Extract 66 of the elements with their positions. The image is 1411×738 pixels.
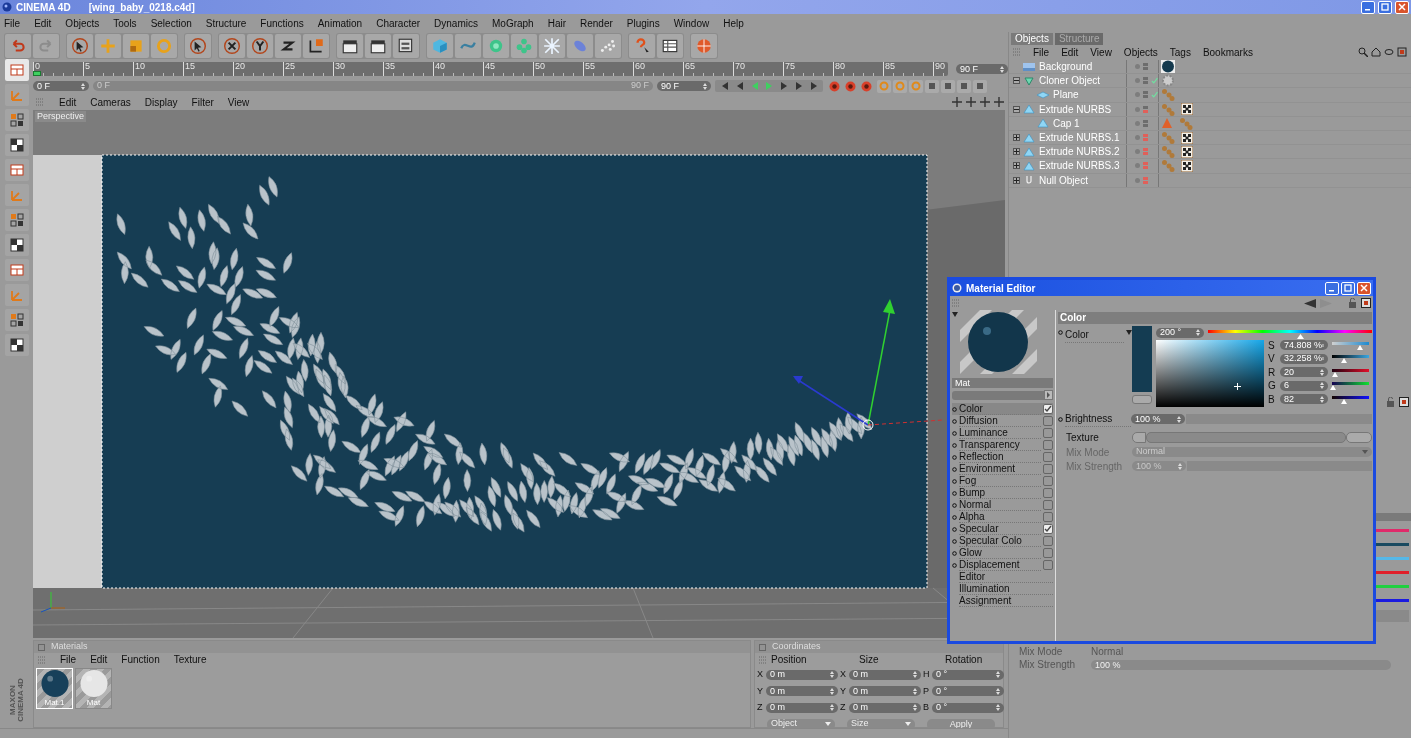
channel-label: Environment: [959, 463, 1041, 475]
frame-number: 15: [184, 62, 196, 71]
field-label: Mix Mode: [1019, 646, 1064, 657]
axis-label: X: [840, 668, 847, 681]
frame-number: 20: [234, 62, 246, 71]
frame-number: 50: [534, 62, 546, 71]
frame-number: 30: [334, 62, 346, 71]
frame-number: 25: [284, 62, 296, 71]
field-label: Mix Strength: [1019, 660, 1077, 670]
logo-text: MAXON: [8, 685, 17, 715]
frame-number: 35: [384, 62, 396, 71]
material-name: Mat.1: [44, 698, 65, 708]
axis-label: Z: [757, 701, 764, 714]
axis-label: P: [923, 684, 930, 698]
channel-label: Glow: [959, 547, 1041, 559]
field-label: Color: [1065, 327, 1124, 343]
channel-label: Diffusion: [959, 415, 1041, 427]
channel-label: Color: [959, 403, 1041, 415]
channel-label: Specular: [959, 523, 1041, 535]
axis-label: Z: [840, 701, 847, 714]
channel-label: Specular Colo: [959, 535, 1041, 547]
channel-label: Reflection: [959, 451, 1041, 463]
frame-number: 70: [734, 62, 746, 71]
logo-text: CINEMA 4D: [16, 678, 25, 722]
channel-label: Alpha: [959, 511, 1041, 523]
axis-label: Y: [757, 684, 764, 698]
frame-number: 60: [634, 62, 646, 71]
axis-label: X: [757, 668, 764, 681]
panel-title: Materials: [51, 640, 88, 654]
material-name: Mat: [86, 698, 101, 708]
axis-label: H: [923, 668, 931, 681]
panel-title: Coordinates: [772, 640, 821, 654]
axis-label: Y: [840, 684, 847, 698]
column-header: Position: [771, 653, 808, 667]
slider-label: G: [1268, 379, 1277, 393]
slider-label: R: [1268, 365, 1277, 380]
frame-number: 90: [934, 62, 946, 71]
frame-number: 85: [884, 62, 896, 71]
channel-label: Bump: [959, 487, 1041, 499]
field-label: Texture: [1066, 431, 1100, 445]
app-title: CINEMA 4D: [16, 0, 71, 15]
frame-number: 40: [434, 62, 446, 71]
channel-label: Fog: [959, 475, 1041, 487]
channel-label: Normal: [959, 499, 1041, 511]
frame-number: 65: [684, 62, 696, 71]
frame-number: 80: [834, 62, 846, 71]
field-label: Brightness: [1065, 411, 1131, 427]
frame-number: 55: [584, 62, 596, 71]
axis-label: B: [923, 701, 930, 714]
column-header: Rotation: [945, 653, 983, 667]
frame-number: 0: [34, 62, 41, 71]
frame-number: 45: [484, 62, 496, 71]
slider-label: B: [1268, 392, 1276, 407]
frame-number: 10: [134, 62, 146, 71]
slider-label: S: [1268, 338, 1276, 353]
channel-label: Luminance: [959, 427, 1041, 439]
slider-label: V: [1268, 352, 1276, 366]
section-header: Color: [1058, 312, 1372, 324]
frame-number: 75: [784, 62, 796, 71]
channel-label: Displacement: [959, 559, 1041, 571]
window-title: Material Editor: [966, 281, 1036, 296]
channel-label: Transparency: [959, 439, 1041, 451]
column-header: Size: [859, 653, 880, 667]
frame-number: 5: [84, 62, 91, 71]
document-title: [wing_baby_0218.c4d]: [88, 0, 195, 15]
view-label: Perspective: [35, 111, 87, 122]
